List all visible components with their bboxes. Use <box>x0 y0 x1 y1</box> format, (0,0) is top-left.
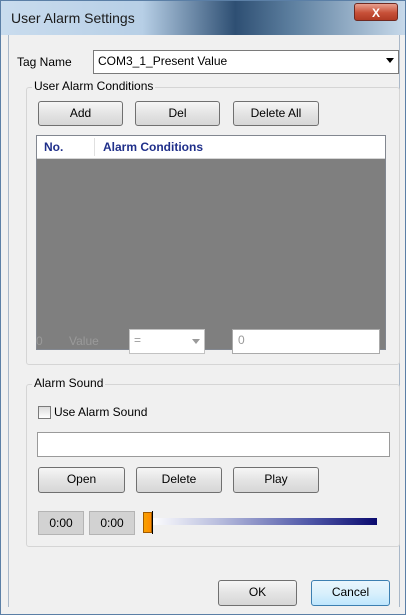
close-icon[interactable]: X <box>372 6 380 20</box>
slider-marker <box>152 511 153 534</box>
total-time: 0:00 <box>89 511 135 535</box>
condition-value-input[interactable]: 0 <box>232 329 380 354</box>
user-alarm-settings-window: User Alarm Settings X Tag Name COM3_1_Pr… <box>0 0 406 615</box>
title-bar[interactable]: User Alarm Settings X <box>1 1 405 35</box>
column-divider[interactable] <box>94 138 95 156</box>
add-button[interactable]: Add <box>38 101 123 126</box>
condition-value-text: 0 <box>238 333 245 347</box>
del-button[interactable]: Del <box>135 101 220 126</box>
dialog-body: Tag Name COM3_1_Present Value User Alarm… <box>8 35 400 607</box>
chevron-down-icon <box>192 339 200 344</box>
alarm-conditions-list[interactable]: No. Alarm Conditions <box>36 135 386 350</box>
user-alarm-conditions-title: User Alarm Conditions <box>32 79 156 93</box>
delete-sound-button[interactable]: Delete <box>136 467 222 493</box>
playback-slider-thumb[interactable] <box>143 512 152 533</box>
use-alarm-sound-checkbox[interactable] <box>38 406 51 419</box>
window-title: User Alarm Settings <box>11 10 135 26</box>
delete-all-button[interactable]: Delete All <box>233 101 319 126</box>
operator-value: = <box>134 333 142 347</box>
play-button[interactable]: Play <box>233 467 319 493</box>
alarm-sound-file-input[interactable] <box>37 432 390 457</box>
playback-slider-track[interactable] <box>150 518 377 525</box>
open-button[interactable]: Open <box>38 467 125 493</box>
tag-name-label: Tag Name <box>17 55 72 69</box>
list-header: No. Alarm Conditions <box>37 136 385 159</box>
condition-number: 0 <box>36 334 43 348</box>
column-header-alarm-conditions[interactable]: Alarm Conditions <box>103 140 203 154</box>
tag-name-value: COM3_1_Present Value <box>98 54 228 68</box>
value-label: Value <box>69 334 99 348</box>
operator-select[interactable]: = <box>129 329 205 354</box>
chevron-down-icon <box>386 58 394 63</box>
current-time: 0:00 <box>38 511 84 535</box>
column-header-no[interactable]: No. <box>44 140 63 154</box>
ok-button[interactable]: OK <box>218 580 297 606</box>
alarm-sound-title: Alarm Sound <box>32 376 106 390</box>
tag-name-select[interactable]: COM3_1_Present Value <box>93 50 399 74</box>
use-alarm-sound-label[interactable]: Use Alarm Sound <box>54 405 147 419</box>
close-button[interactable]: X <box>354 3 398 21</box>
cancel-button[interactable]: Cancel <box>311 580 390 606</box>
